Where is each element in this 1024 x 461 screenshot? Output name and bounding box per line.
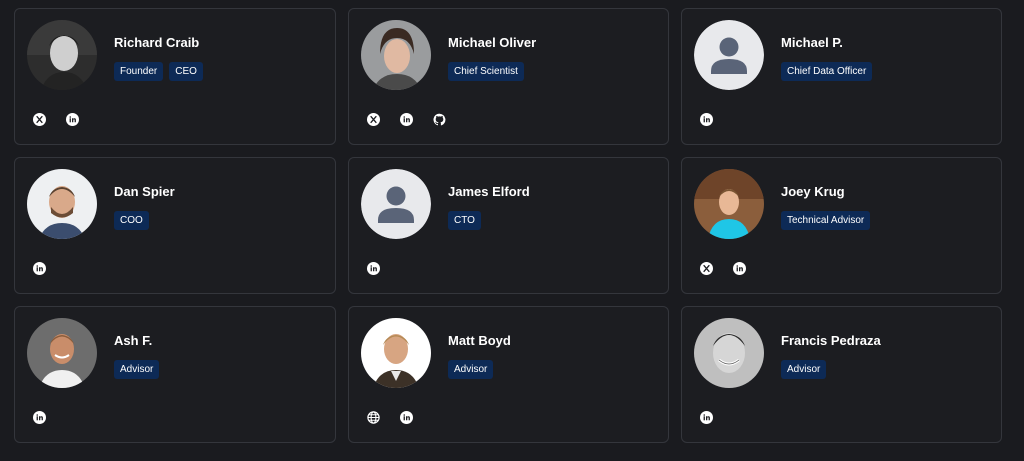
linkedin-icon[interactable] <box>367 262 380 275</box>
member-name: Francis Pedraza <box>781 333 881 348</box>
avatar <box>694 20 764 90</box>
linkedin-icon[interactable] <box>400 411 413 424</box>
role-badge: Founder <box>114 62 164 81</box>
role-badge: Advisor <box>448 360 494 379</box>
member-info: Ash F. Advisor <box>114 333 160 379</box>
linkedin-icon[interactable] <box>400 113 413 126</box>
role-badge: COO <box>114 211 149 230</box>
member-name: James Elford <box>448 184 530 199</box>
social-links <box>367 411 413 424</box>
globe-icon[interactable] <box>367 411 380 424</box>
role-badges: CTO <box>448 211 530 230</box>
team-member-card: Michael Oliver Chief Scientist <box>348 8 669 145</box>
team-member-card: Dan Spier COO <box>14 157 336 294</box>
team-member-card: Michael P. Chief Data Officer <box>681 8 1002 145</box>
linkedin-icon[interactable] <box>33 411 46 424</box>
avatar <box>694 318 764 388</box>
linkedin-icon[interactable] <box>33 262 46 275</box>
role-badge: Chief Scientist <box>448 62 524 81</box>
github-icon[interactable] <box>433 113 446 126</box>
team-member-card: Matt Boyd Advisor <box>348 306 669 443</box>
member-name: Matt Boyd <box>448 333 511 348</box>
member-name: Richard Craib <box>114 35 200 50</box>
member-name: Dan Spier <box>114 184 175 199</box>
social-links <box>33 113 79 126</box>
role-badges: Advisor <box>448 360 511 379</box>
role-badges: Chief Scientist <box>448 62 536 81</box>
member-name: Joey Krug <box>781 184 845 199</box>
role-badge: CEO <box>169 62 203 81</box>
member-info: James Elford CTO <box>448 184 530 230</box>
role-badges: Advisor <box>781 360 881 379</box>
role-badges: COO <box>114 211 175 230</box>
avatar <box>27 169 97 239</box>
member-info: Dan Spier COO <box>114 184 175 230</box>
role-badges: Advisor <box>114 360 160 379</box>
team-member-card: Francis Pedraza Advisor <box>681 306 1002 443</box>
role-badge: CTO <box>448 211 481 230</box>
avatar <box>694 169 764 239</box>
member-name: Ash F. <box>114 333 153 348</box>
role-badge: Chief Data Officer <box>781 62 873 81</box>
member-name: Michael Oliver <box>448 35 537 50</box>
team-member-card: Ash F. Advisor <box>14 306 336 443</box>
social-links <box>33 262 46 275</box>
team-member-card: James Elford CTO <box>348 157 669 294</box>
member-info: Matt Boyd Advisor <box>448 333 511 379</box>
team-grid: Richard Craib Founder CEO Michael Oliver Chi… <box>14 8 1002 443</box>
team-member-card: Joey Krug Technical Advisor <box>681 157 1002 294</box>
member-info: Michael P. Chief Data Officer <box>781 35 873 81</box>
member-info: Michael Oliver Chief Scientist <box>448 35 536 81</box>
role-badges: Founder CEO <box>114 62 203 81</box>
linkedin-icon[interactable] <box>700 113 713 126</box>
avatar <box>27 20 97 90</box>
social-links <box>367 262 380 275</box>
social-links <box>700 113 713 126</box>
avatar <box>27 318 97 388</box>
social-links <box>33 411 46 424</box>
member-info: Richard Craib Founder CEO <box>114 35 203 81</box>
social-links <box>700 262 746 275</box>
x-icon[interactable] <box>33 113 46 126</box>
role-badges: Technical Advisor <box>781 211 871 230</box>
linkedin-icon[interactable] <box>66 113 79 126</box>
role-badges: Chief Data Officer <box>781 62 873 81</box>
role-badge: Advisor <box>781 360 827 379</box>
role-badge: Advisor <box>114 360 160 379</box>
x-icon[interactable] <box>700 262 713 275</box>
avatar <box>361 318 431 388</box>
team-member-card: Richard Craib Founder CEO <box>14 8 336 145</box>
role-badge: Technical Advisor <box>781 211 871 230</box>
member-name: Michael P. <box>781 35 843 50</box>
linkedin-icon[interactable] <box>733 262 746 275</box>
avatar <box>361 20 431 90</box>
social-links <box>367 113 446 126</box>
social-links <box>700 411 713 424</box>
linkedin-icon[interactable] <box>700 411 713 424</box>
member-info: Francis Pedraza Advisor <box>781 333 881 379</box>
avatar <box>361 169 431 239</box>
x-icon[interactable] <box>367 113 380 126</box>
member-info: Joey Krug Technical Advisor <box>781 184 871 230</box>
